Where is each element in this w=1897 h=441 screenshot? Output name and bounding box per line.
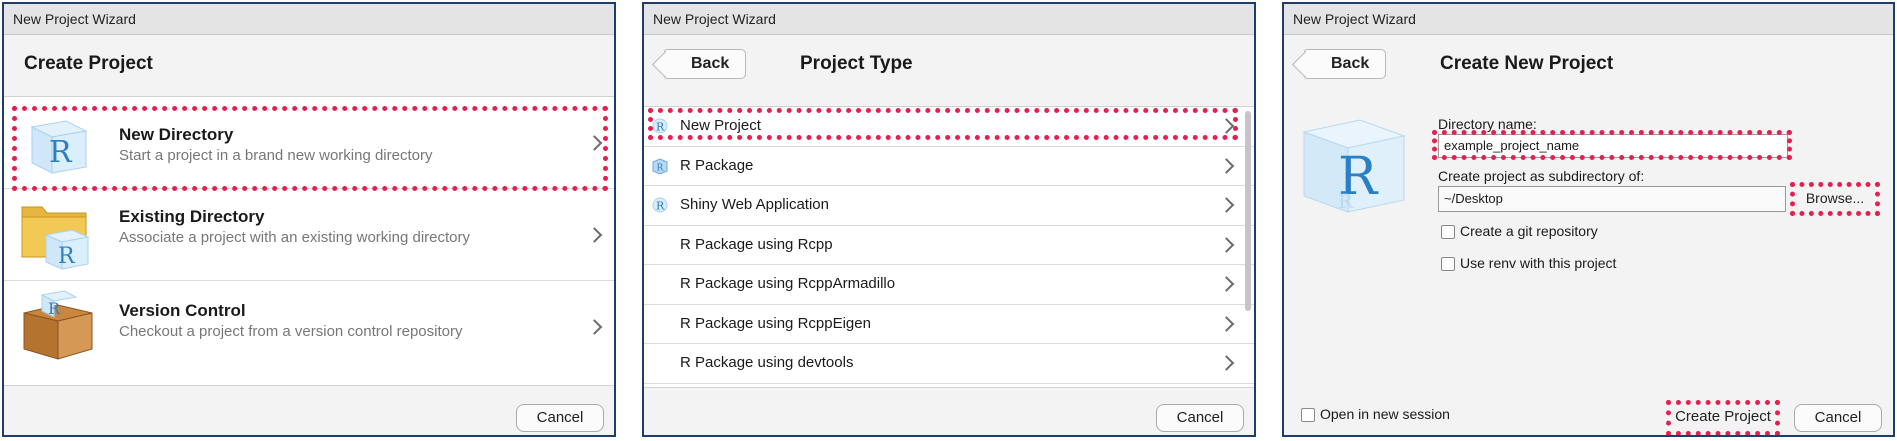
chevron-right-icon <box>1218 118 1235 135</box>
svg-text:R: R <box>1338 189 1354 213</box>
cancel-button[interactable]: Cancel <box>1156 404 1244 432</box>
project-type-dialog: New Project Wizard Back Project Type R N… <box>642 2 1256 437</box>
option-title: Existing Directory <box>119 207 265 226</box>
project-type-list: R New Project R R Package R Shiny Web Ap… <box>644 106 1254 388</box>
r-logo-icon: R <box>652 197 668 213</box>
option-version-control[interactable]: R Version Control Checkout a project fro… <box>4 281 614 373</box>
list-item-label: R Package using devtools <box>680 354 854 371</box>
dialog-header: Back Project Type <box>644 35 1254 95</box>
option-description: Start a project in a brand new working d… <box>119 147 433 164</box>
git-repo-label: Create a git repository <box>1460 223 1598 239</box>
list-item-label: R Package using RcppEigen <box>680 314 871 332</box>
option-title: Version Control <box>119 301 246 320</box>
list-item-r-package-rcpparmadillo[interactable]: R Package using RcppArmadillo <box>644 265 1254 305</box>
page-title: Create New Project <box>1440 53 1614 74</box>
list-item-r-package-rcppeigen[interactable]: R Package using RcppEigen <box>644 305 1254 344</box>
renv-checkbox[interactable] <box>1441 257 1455 271</box>
cancel-button[interactable]: Cancel <box>516 404 604 432</box>
chevron-right-icon <box>586 319 603 335</box>
chevron-right-icon <box>586 226 603 243</box>
chevron-right-icon <box>1218 355 1235 372</box>
r-logo-icon: R <box>652 118 668 134</box>
page-title: Create Project <box>24 53 153 74</box>
option-new-directory[interactable]: R New Directory Start a project in a bra… <box>4 97 614 189</box>
directory-name-label: Directory name: <box>1438 116 1537 132</box>
dialog-header: Back Create New Project <box>1284 35 1893 95</box>
cancel-button[interactable]: Cancel <box>1794 404 1882 432</box>
svg-text:R: R <box>656 121 665 134</box>
svg-text:R: R <box>657 163 664 173</box>
renv-label: Use renv with this project <box>1460 255 1617 271</box>
svg-text:R: R <box>656 200 665 213</box>
window-title: New Project Wizard <box>1284 4 1893 35</box>
r-cube-icon: R <box>22 111 94 182</box>
list-item-label: New Project <box>680 117 761 134</box>
directory-name-input[interactable]: example_project_name <box>1438 134 1788 158</box>
list-item-label: R Package using RcppArmadillo <box>680 275 896 292</box>
subdirectory-input[interactable]: ~/Desktop <box>1438 186 1786 212</box>
page-title: Project Type <box>800 53 913 74</box>
open-new-session-checkbox[interactable] <box>1301 408 1315 422</box>
chevron-right-icon <box>1218 236 1235 253</box>
list-item-r-package-rcpp[interactable]: R Package using Rcpp <box>644 226 1254 265</box>
r-cube-icon: R R <box>1296 104 1412 239</box>
create-new-project-dialog: New Project Wizard Back Create New Proje… <box>1282 2 1895 437</box>
box-icon: R <box>20 287 96 368</box>
list-item-label: R Package using Rcpp <box>680 235 833 253</box>
browse-button[interactable]: Browse... <box>1796 186 1874 212</box>
list-item-label: R Package <box>680 156 754 174</box>
window-title: New Project Wizard <box>4 4 614 35</box>
list-item-r-package-devtools[interactable]: R Package using devtools <box>644 344 1254 384</box>
r-package-icon: R <box>652 157 668 175</box>
option-description: Checkout a project from a version contro… <box>119 323 463 340</box>
chevron-right-icon <box>1218 157 1235 174</box>
option-title: New Directory <box>119 125 234 144</box>
chevron-right-icon <box>1218 197 1235 214</box>
project-options-list: R New Directory Start a project in a bra… <box>4 96 614 386</box>
svg-text:R: R <box>49 135 73 170</box>
option-description: Associate a project with an existing wor… <box>119 229 470 246</box>
option-existing-directory[interactable]: R Existing Directory Associate a project… <box>4 189 614 281</box>
list-item-r-package[interactable]: R R Package <box>644 147 1254 186</box>
svg-text:R: R <box>58 244 76 269</box>
list-item-label: Shiny Web Application <box>680 196 829 213</box>
create-project-dialog: New Project Wizard Create Project R New … <box>2 2 616 437</box>
scrollbar[interactable] <box>1245 111 1251 311</box>
window-title: New Project Wizard <box>644 4 1254 35</box>
open-new-session-label: Open in new session <box>1320 406 1450 422</box>
list-item-new-project[interactable]: R New Project <box>644 107 1254 147</box>
chevron-right-icon <box>1218 276 1235 293</box>
subdirectory-label: Create project as subdirectory of: <box>1438 168 1645 184</box>
list-item-shiny-web-application[interactable]: R Shiny Web Application <box>644 186 1254 226</box>
create-project-button[interactable]: Create Project <box>1670 404 1776 432</box>
back-button[interactable]: Back <box>1304 49 1386 79</box>
svg-text:R: R <box>48 299 61 318</box>
folder-icon: R <box>20 197 96 278</box>
chevron-right-icon <box>586 134 603 151</box>
git-repo-checkbox[interactable] <box>1441 225 1455 239</box>
chevron-right-icon <box>1218 315 1235 332</box>
back-button[interactable]: Back <box>664 49 746 79</box>
dialog-header: Create Project <box>4 35 614 95</box>
